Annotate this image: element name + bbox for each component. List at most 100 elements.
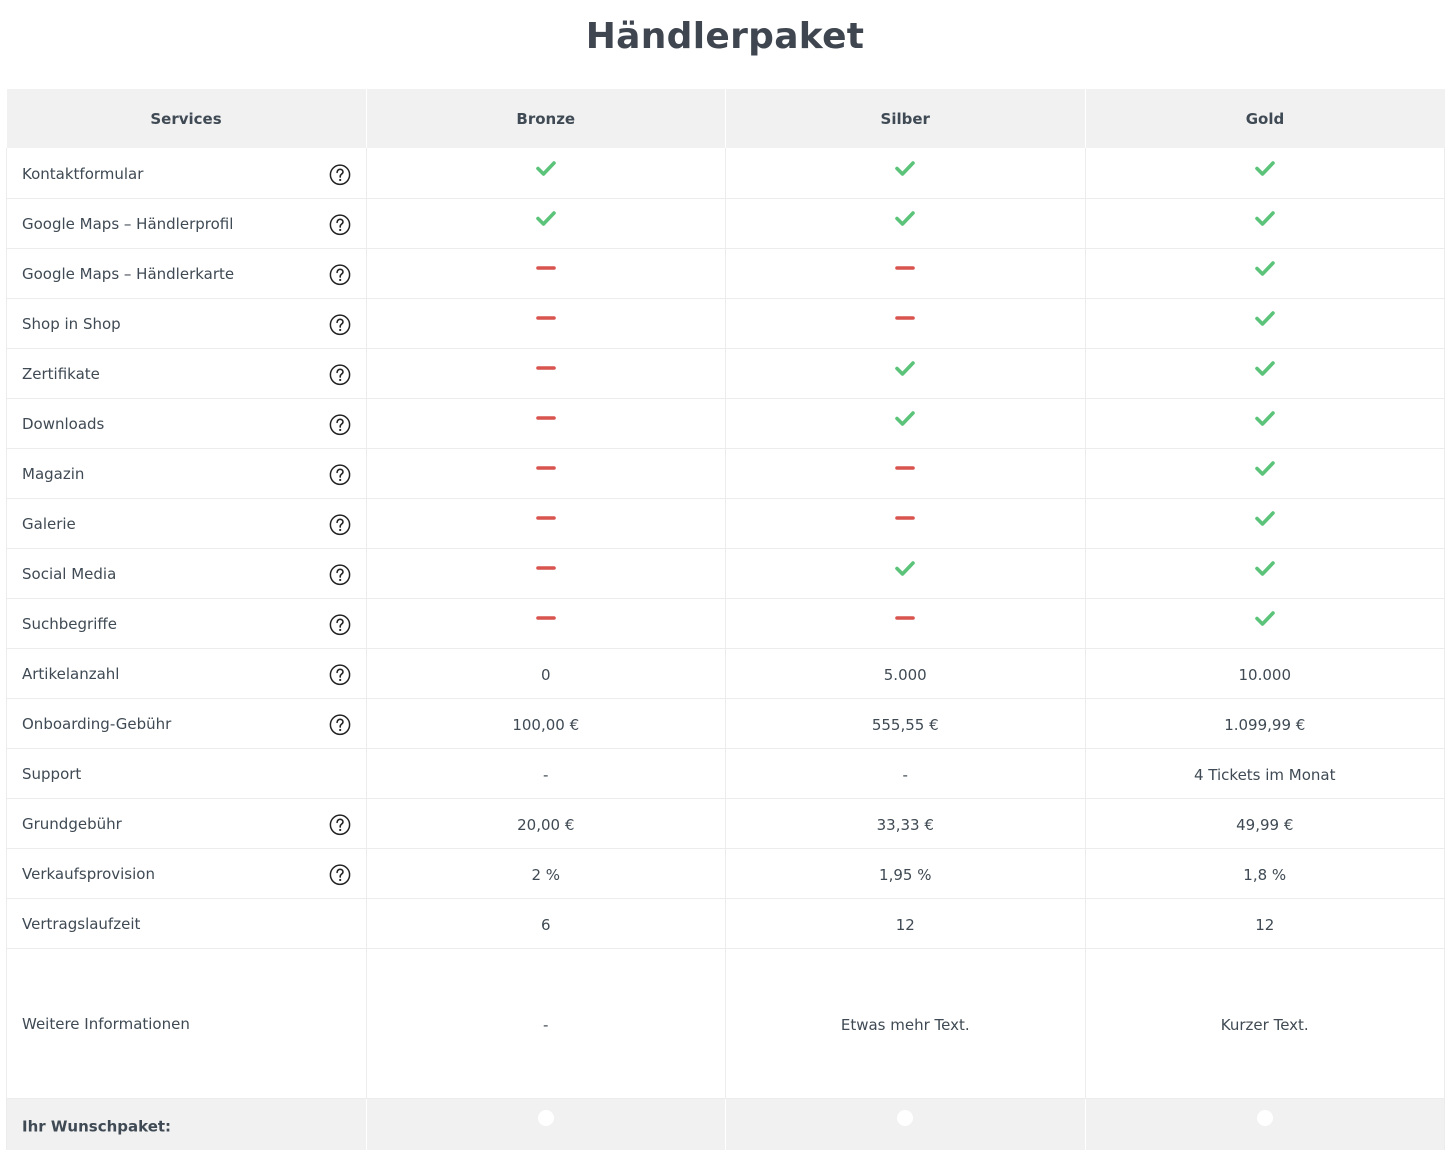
cell-value: 2 % <box>531 866 561 884</box>
service-label: Galerie <box>22 514 76 533</box>
cell-bronze <box>365 448 726 499</box>
table-row-google-maps-haendlerprofil: Google Maps – Händlerprofil <box>6 198 1445 249</box>
table-row-weitere-informationen: Weitere Informationen - Etwas mehr Text. Ku… <box>6 948 1445 1099</box>
wunschpaket-label: Ihr Wunschpaket: <box>22 1117 172 1136</box>
cell-bronze <box>365 1098 726 1150</box>
dash-icon <box>535 416 556 420</box>
cell-value: 1.099,99 € <box>1224 716 1306 734</box>
cell-gold: 12 <box>1084 898 1445 949</box>
cell-gold <box>1084 448 1445 499</box>
service-cell: Vertragslaufzeit <box>6 898 366 949</box>
table-row-kontaktformular: Kontaktformular <box>6 148 1445 199</box>
service-label: Vertragslaufzeit <box>22 914 141 933</box>
cell-gold: Kurzer Text. <box>1084 948 1445 1099</box>
help-icon[interactable] <box>329 614 351 636</box>
column-header-bronze: Bronze <box>365 89 726 148</box>
cell-silber <box>725 198 1085 249</box>
cell-bronze: - <box>365 948 726 1099</box>
cell-silber <box>725 348 1085 399</box>
cell-gold <box>1084 398 1445 449</box>
cell-silber <box>725 598 1085 649</box>
help-icon[interactable] <box>329 714 351 736</box>
cell-bronze <box>365 498 726 549</box>
cell-bronze: 0 <box>365 648 726 699</box>
table-row-grundgebuehr: Grundgebühr 20,00 € 33,33 € 49,99 € <box>6 798 1445 849</box>
help-icon[interactable] <box>329 464 351 486</box>
help-icon[interactable] <box>329 364 351 386</box>
help-icon[interactable] <box>329 314 351 336</box>
cell-value: 10.000 <box>1238 666 1292 684</box>
service-label: Magazin <box>22 464 85 483</box>
cell-silber: 5.000 <box>725 648 1085 699</box>
service-cell: Google Maps – Händlerkarte <box>6 248 366 299</box>
cell-bronze <box>365 348 726 399</box>
help-icon[interactable] <box>329 814 351 836</box>
service-label: Downloads <box>22 414 105 433</box>
cell-gold <box>1084 598 1445 649</box>
service-cell: Shop in Shop <box>6 298 366 349</box>
cell-value: 1,8 % <box>1243 866 1287 884</box>
help-icon[interactable] <box>329 664 351 686</box>
service-label: Zertifikate <box>22 364 100 383</box>
check-icon <box>1254 611 1275 626</box>
cell-bronze <box>365 548 726 599</box>
service-label: Kontaktformular <box>22 164 144 183</box>
cell-value: Kurzer Text. <box>1220 1016 1309 1034</box>
check-icon <box>895 561 916 576</box>
cell-silber: 1,95 % <box>725 848 1085 899</box>
cell-gold <box>1084 148 1445 199</box>
service-cell: Grundgebühr <box>6 798 366 849</box>
dash-icon <box>895 466 916 470</box>
cell-bronze <box>365 198 726 249</box>
cell-silber <box>725 1098 1085 1150</box>
cell-gold <box>1084 248 1445 299</box>
check-icon <box>1254 511 1275 526</box>
dash-icon <box>895 516 916 520</box>
cell-bronze: - <box>365 748 726 799</box>
help-icon[interactable] <box>329 514 351 536</box>
cell-silber <box>725 298 1085 349</box>
check-icon <box>1254 561 1275 576</box>
cell-value: 33,33 € <box>876 816 934 834</box>
service-label: Social Media <box>22 564 117 583</box>
help-icon[interactable] <box>329 264 351 286</box>
cell-value: 4 Tickets im Monat <box>1193 766 1336 784</box>
dash-icon <box>535 266 556 270</box>
table-row-social-media: Social Media <box>6 548 1445 599</box>
table-row-suchbegriffe: Suchbegriffe <box>6 598 1445 649</box>
radio-silber[interactable] <box>897 1110 914 1127</box>
cell-value: Etwas mehr Text. <box>840 1016 970 1034</box>
cell-bronze: 100,00 € <box>365 698 726 749</box>
check-icon <box>1254 311 1275 326</box>
help-icon[interactable] <box>329 214 351 236</box>
check-icon <box>1254 160 1275 176</box>
cell-value: 5.000 <box>883 666 927 684</box>
service-cell: Social Media <box>6 548 366 599</box>
help-icon[interactable] <box>329 564 351 586</box>
service-label: Support <box>22 764 82 783</box>
dash-icon <box>535 616 556 620</box>
cell-value: 20,00 € <box>517 816 575 834</box>
column-header-gold: Gold <box>1084 89 1445 148</box>
help-icon[interactable] <box>329 414 351 436</box>
service-label: Onboarding-Gebühr <box>22 714 172 733</box>
table-row-wunschpaket: Ihr Wunschpaket: <box>6 1098 1445 1150</box>
service-label: Grundgebühr <box>22 814 122 833</box>
cell-silber <box>725 448 1085 499</box>
service-cell: Zertifikate <box>6 348 366 399</box>
table-body: Kontaktformular Google Maps – Händlerpro… <box>6 148 1445 1150</box>
service-cell: Artikelanzahl <box>6 648 366 699</box>
cell-value: 12 <box>1255 916 1275 934</box>
check-icon <box>895 160 916 176</box>
dash-icon <box>895 266 916 270</box>
service-cell: Weitere Informationen <box>6 948 366 1099</box>
radio-gold[interactable] <box>1256 1110 1273 1127</box>
cell-silber: 12 <box>725 898 1085 949</box>
radio-bronze[interactable] <box>537 1110 554 1127</box>
help-icon[interactable] <box>329 864 351 886</box>
help-icon[interactable] <box>329 164 351 186</box>
table-row-verkaufsprovision: Verkaufsprovision 2 % 1,95 % 1,8 % <box>6 848 1445 899</box>
table-header-row: Services Bronze Silber Gold <box>6 89 1445 148</box>
cell-bronze <box>365 398 726 449</box>
table-row-vertragslaufzeit: Vertragslaufzeit 6 12 12 <box>6 898 1445 949</box>
